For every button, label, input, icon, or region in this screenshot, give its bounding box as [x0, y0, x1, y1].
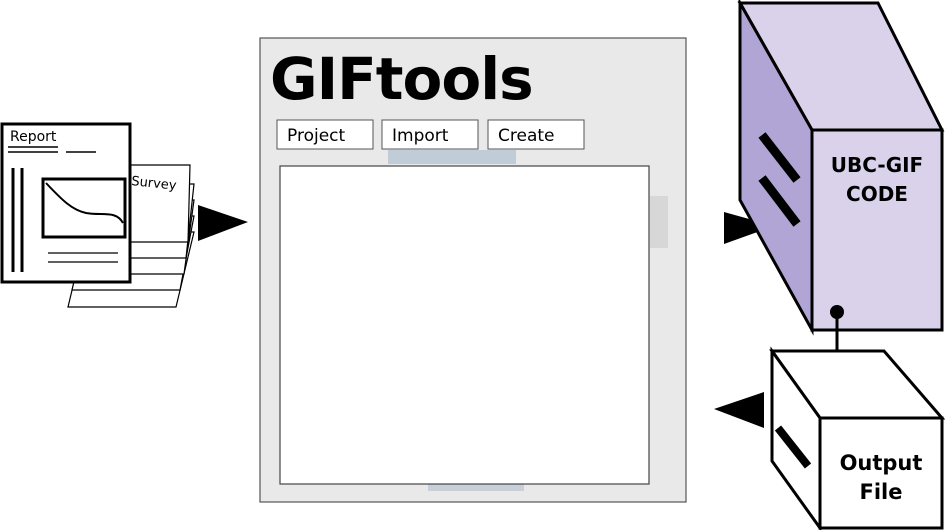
code-box-label-line1: UBC-GIF: [831, 153, 923, 177]
workflow-diagram: Survey Report GIFtools Project Import Cr…: [0, 0, 946, 530]
giftools-window: GIFtools Project Import Create: [259, 37, 687, 503]
import-button-label: Import: [392, 126, 449, 146]
report-document: Report: [0, 122, 132, 284]
project-button-label: Project: [287, 126, 345, 146]
create-button-label: Create: [498, 126, 555, 146]
ubc-gif-code-box: UBC-GIF CODE: [737, 0, 945, 336]
background-image-fragment: [388, 150, 516, 164]
arrow-from-output: [714, 392, 764, 428]
report-figure: [41, 177, 127, 239]
create-button[interactable]: Create: [487, 119, 585, 150]
code-box-label-line2: CODE: [846, 182, 908, 206]
import-button[interactable]: Import: [381, 119, 479, 150]
project-button[interactable]: Project: [276, 119, 374, 150]
output-file-box: Output File: [769, 346, 946, 530]
report-label: Report: [10, 129, 57, 145]
arrow-to-giftools: [198, 205, 248, 241]
giftools-title: GIFtools: [270, 45, 533, 113]
output-box-label-line1: Output: [840, 451, 923, 475]
output-box-label-line2: File: [860, 480, 903, 504]
content-area[interactable]: [279, 165, 650, 485]
background-image-fragment: [650, 196, 668, 248]
